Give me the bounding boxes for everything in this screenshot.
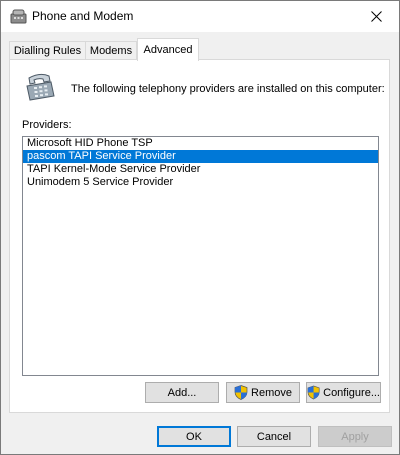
tab-dialling-rules[interactable]: Dialling Rules — [9, 41, 86, 60]
providers-label: Providers: — [22, 119, 72, 131]
list-item[interactable]: Microsoft HID Phone TSP — [23, 137, 378, 150]
tab-advanced[interactable]: Advanced — [137, 38, 199, 61]
uac-shield-icon — [307, 385, 320, 400]
list-item[interactable]: Unimodem 5 Service Provider — [23, 176, 378, 189]
tab-strip: Dialling Rules Modems Advanced — [1, 38, 399, 61]
remove-button-label: Remove — [251, 386, 292, 399]
cancel-button[interactable]: Cancel — [237, 426, 311, 447]
apply-button[interactable]: Apply — [318, 426, 392, 447]
close-icon — [370, 11, 382, 22]
intro-text: The following telephony providers are in… — [71, 83, 385, 95]
list-item[interactable]: TAPI Kernel-Mode Service Provider — [23, 163, 378, 176]
tab-label: Advanced — [143, 44, 193, 56]
tab-modems[interactable]: Modems — [85, 41, 137, 60]
ok-button-label: OK — [186, 430, 202, 443]
phone-and-modem-dialog: Phone and Modem Dialling Rules Modems Ad… — [0, 0, 400, 455]
configure-button-label: Configure... — [323, 386, 380, 399]
window-title: Phone and Modem — [32, 9, 134, 23]
telephone-icon — [26, 73, 55, 101]
list-item-selected[interactable]: pascom TAPI Service Provider — [23, 150, 378, 163]
ok-button[interactable]: OK — [157, 426, 231, 447]
phone-modem-icon — [10, 9, 27, 24]
add-button[interactable]: Add... — [145, 382, 219, 403]
configure-button[interactable]: Configure... — [306, 382, 381, 403]
apply-button-label: Apply — [341, 430, 369, 443]
close-button[interactable] — [353, 1, 399, 32]
remove-button[interactable]: Remove — [226, 382, 300, 403]
uac-shield-icon — [234, 385, 248, 400]
add-button-label: Add... — [167, 386, 197, 399]
tab-label: Dialling Rules — [13, 45, 82, 57]
providers-listbox[interactable]: Microsoft HID Phone TSP pascom TAPI Serv… — [22, 136, 379, 376]
advanced-tab-panel: The following telephony providers are in… — [9, 59, 390, 413]
cancel-button-label: Cancel — [256, 430, 292, 443]
tab-label: Modems — [89, 45, 133, 57]
title-bar: Phone and Modem — [1, 1, 399, 32]
